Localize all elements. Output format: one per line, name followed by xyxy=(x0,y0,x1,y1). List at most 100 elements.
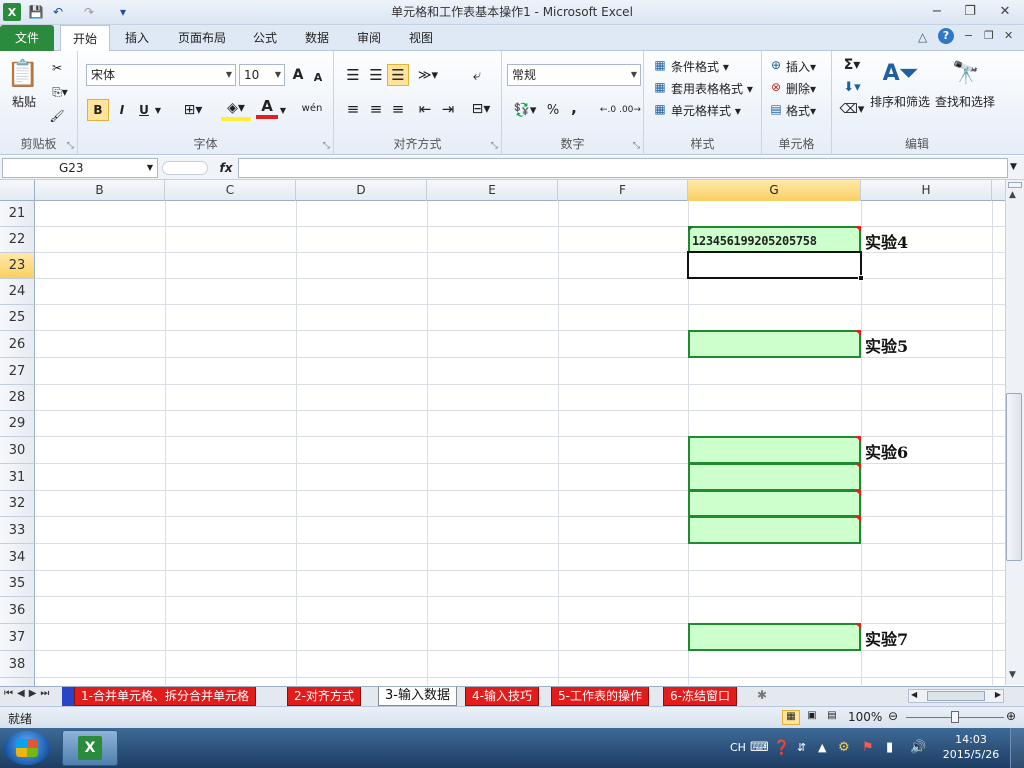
cell-g26[interactable] xyxy=(688,330,861,358)
zoom-in-icon[interactable]: ⊕ xyxy=(1006,709,1016,723)
tab-page-layout[interactable]: 页面布局 xyxy=(170,25,234,51)
find-select-button[interactable]: 查找和选择 xyxy=(935,93,995,110)
help-icon[interactable]: ? xyxy=(938,28,954,44)
underline-dropdown-icon[interactable]: ▼ xyxy=(153,99,163,121)
row-header-37[interactable]: 37 xyxy=(0,624,35,651)
column-header-f[interactable]: F xyxy=(558,180,688,201)
grow-font-button[interactable]: A xyxy=(288,64,308,86)
scroll-up-icon[interactable]: ▲ xyxy=(1009,190,1016,200)
fill-handle[interactable] xyxy=(858,275,864,281)
autosum-button[interactable]: Σ ▾ xyxy=(838,54,866,76)
keyboard-icon[interactable]: ⌨ xyxy=(750,728,769,768)
action-center-icon[interactable]: ⚑ xyxy=(862,728,874,768)
zoom-out-icon[interactable]: ⊖ xyxy=(888,709,898,723)
align-middle-icon[interactable]: ☰ xyxy=(365,64,387,86)
decrease-decimal-icon[interactable]: .00→ xyxy=(619,99,641,121)
tab-formulas[interactable]: 公式 xyxy=(244,25,286,51)
scroll-down-icon[interactable]: ▼ xyxy=(1009,670,1016,680)
italic-button[interactable]: I xyxy=(113,99,131,121)
align-left-icon[interactable]: ≡ xyxy=(342,98,364,120)
font-size-combo[interactable]: 10 ▼ xyxy=(239,64,285,86)
row-header-29[interactable]: 29 xyxy=(0,411,35,437)
format-as-table-button[interactable]: 套用表格格式 ▾ xyxy=(671,80,753,97)
conditional-format-icon[interactable]: ▦ xyxy=(652,54,668,76)
insert-cells-button[interactable]: 插入▾ xyxy=(786,58,816,75)
paste-label[interactable]: 粘贴 xyxy=(12,93,36,110)
font-color-button[interactable]: A xyxy=(256,97,278,119)
column-header-g[interactable]: G xyxy=(688,180,861,201)
page-break-view-icon[interactable]: ▤ xyxy=(823,710,841,725)
excel-icon[interactable]: X xyxy=(3,3,21,21)
sheet-tab-3[interactable]: 3-输入数据 xyxy=(378,687,457,706)
close-button[interactable]: ✕ xyxy=(990,1,1020,21)
bold-button[interactable]: B xyxy=(87,99,109,121)
scroll-right-icon[interactable]: ▶ xyxy=(995,690,1001,699)
doc-close-icon[interactable]: ✕ xyxy=(1004,29,1013,42)
formula-bar-resize-handle[interactable] xyxy=(162,161,208,175)
formula-input[interactable] xyxy=(238,158,1008,178)
insert-cells-icon[interactable]: ⊕ xyxy=(768,54,784,76)
copy-icon[interactable]: ⎘▾ xyxy=(46,81,74,103)
tab-data[interactable]: 数据 xyxy=(296,25,338,51)
cell-g22[interactable]: 123456199205205758 xyxy=(688,226,861,253)
zoom-level[interactable]: 100% xyxy=(848,710,882,724)
row-header-39-partial[interactable] xyxy=(0,678,35,686)
cut-icon[interactable]: ✂ xyxy=(46,57,68,79)
format-cells-button[interactable]: 格式▾ xyxy=(786,102,816,119)
sheet-tab-4[interactable]: 4-输入技巧 xyxy=(465,687,539,706)
cell-g32[interactable] xyxy=(688,490,861,517)
row-header-33[interactable]: 33 xyxy=(0,517,35,544)
format-painter-icon[interactable]: 🖌 xyxy=(46,105,68,127)
row-header-21[interactable]: 21 xyxy=(0,201,35,227)
row-header-32[interactable]: 32 xyxy=(0,491,35,517)
page-layout-view-icon[interactable]: ▣ xyxy=(803,710,821,725)
percent-button[interactable]: % xyxy=(544,99,562,121)
undo-icon[interactable]: ↶ xyxy=(49,3,67,21)
row-header-30[interactable]: 30 xyxy=(0,437,35,464)
row-header-23[interactable]: 23 xyxy=(0,253,35,279)
active-cell-g23[interactable] xyxy=(687,251,864,281)
wrap-text-icon[interactable]: ⤶ xyxy=(466,64,488,86)
column-header-e[interactable]: E xyxy=(427,180,558,201)
row-header-35[interactable]: 35 xyxy=(0,571,35,597)
row-header-22[interactable]: 22 xyxy=(0,227,35,253)
tab-insert[interactable]: 插入 xyxy=(116,25,158,51)
horizontal-scrollbar[interactable]: ◀ ▶ xyxy=(908,689,1004,703)
name-box[interactable]: G23 ▼ xyxy=(2,158,158,178)
vertical-scroll-thumb[interactable] xyxy=(1006,393,1022,561)
font-launcher-icon[interactable]: ⤡ xyxy=(323,141,330,151)
column-header-b[interactable]: B xyxy=(35,180,165,201)
doc-restore-icon[interactable]: ❐ xyxy=(984,29,994,42)
sheet-tab-1[interactable]: 1-合并单元格、拆分合并单元格 xyxy=(74,687,256,706)
font-color-dropdown-icon[interactable]: ▼ xyxy=(278,99,288,121)
clear-icon[interactable]: ⌫▾ xyxy=(838,98,866,120)
tray-app-icon[interactable]: ⚙ xyxy=(838,728,850,768)
paste-icon[interactable]: 📋 xyxy=(6,56,40,92)
orientation-icon[interactable]: ≫▾ xyxy=(414,64,442,86)
increase-decimal-icon[interactable]: ←.0 xyxy=(598,99,618,121)
format-as-table-icon[interactable]: ▦ xyxy=(652,76,668,98)
row-header-31[interactable]: 31 xyxy=(0,464,35,491)
volume-icon[interactable]: 🔊 xyxy=(910,728,926,768)
column-header-c[interactable]: C xyxy=(165,180,296,201)
collapse-ribbon-icon[interactable]: △ xyxy=(918,30,927,44)
horizontal-scroll-thumb[interactable] xyxy=(927,691,985,701)
merge-center-icon[interactable]: ⊟▾ xyxy=(466,98,496,120)
cell-g33[interactable] xyxy=(688,516,861,544)
delete-cells-icon[interactable]: ⊗ xyxy=(768,76,784,98)
column-header-d[interactable]: D xyxy=(296,180,427,201)
row-header-36[interactable]: 36 xyxy=(0,597,35,624)
row-header-34[interactable]: 34 xyxy=(0,544,35,571)
zoom-slider-handle[interactable] xyxy=(951,711,959,723)
split-box[interactable] xyxy=(1008,182,1022,188)
sheet-nav-icons[interactable]: ⏮◀▶⏭ xyxy=(4,688,53,699)
row-header-24[interactable]: 24 xyxy=(0,279,35,305)
font-name-combo[interactable]: 宋体 ▼ xyxy=(86,64,236,86)
row-header-28[interactable]: 28 xyxy=(0,385,35,411)
cell-styles-icon[interactable]: ▦ xyxy=(652,98,668,120)
fill-color-icon[interactable]: ◈▾ xyxy=(221,99,251,121)
sheet-tab-2[interactable]: 2-对齐方式 xyxy=(287,687,361,706)
tab-home[interactable]: 开始 xyxy=(60,25,110,52)
insert-function-button[interactable]: fx xyxy=(215,158,237,178)
conditional-format-button[interactable]: 条件格式 ▾ xyxy=(671,58,729,75)
